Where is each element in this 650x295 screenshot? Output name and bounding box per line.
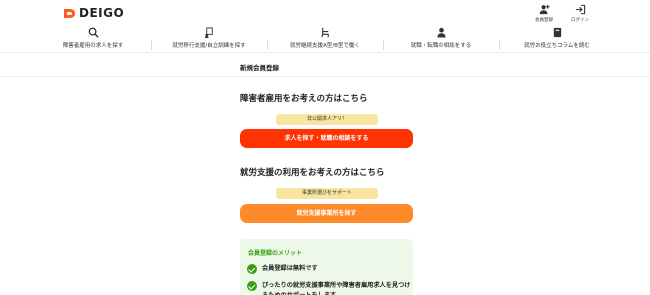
find-offices-button[interactable]: 就労支援事業所を探す <box>240 204 413 223</box>
book-icon <box>553 27 561 38</box>
nav-label-column: 就労お役立ちコラムを読む <box>524 43 590 49</box>
logo-mark-icon <box>64 8 75 18</box>
check-circle-icon <box>247 281 257 291</box>
nav-label-consultation: 就職・転職の相談をする <box>410 43 472 49</box>
nav-item-column[interactable]: 就労お役立ちコラムを読む <box>499 27 615 51</box>
merit-item: 会員登録は無料です <box>247 264 412 274</box>
register-label: 会員登録 <box>535 18 553 23</box>
site-logo[interactable]: DEIGO <box>63 6 124 20</box>
chair-icon <box>320 27 329 38</box>
merit-item: ぴったりの就労支援事業所や障害者雇用求人を見つけるためのサポートをします <box>247 281 412 295</box>
login-icon <box>575 4 585 15</box>
merit-item-text: ぴったりの就労支援事業所や障害者雇用求人を見つけるためのサポートをします <box>262 282 411 295</box>
nav-label-transition-support: 就労移行支援/自立訓練を探す <box>172 43 246 49</box>
find-jobs-button[interactable]: 求人を探す・就職の相談をする <box>240 129 413 148</box>
site-header: DEIGO 会員登録 ログイン 障害者雇用の求人を探す 就労移行支援/自立訓練を… <box>0 0 650 53</box>
page-title-bar: 新規会員登録 <box>0 57 650 77</box>
merit-item-text: 会員登録は無料です <box>262 265 318 272</box>
employment-section-title: 障害者雇用をお考えの方はこちら <box>240 94 368 104</box>
add-user-icon <box>539 4 550 15</box>
support-section-title: 就労支援の利用をお考えの方はこちら <box>240 168 385 178</box>
merit-title: 会員登録のメリット <box>248 250 303 257</box>
header-actions: 会員登録 ログイン <box>532 4 592 23</box>
check-circle-icon <box>247 264 257 274</box>
training-icon <box>204 27 213 38</box>
nav-label-job-search: 障害者雇用の求人を探す <box>62 43 124 49</box>
consult-icon <box>436 27 446 38</box>
employment-badge: 非公開求人アリ！ <box>276 114 378 125</box>
member-merit-box: 会員登録のメリット 会員登録は無料です ぴったりの就労支援事業所や障害者雇用求人… <box>240 239 413 295</box>
nav-item-continuous-support[interactable]: 就労継続支援A型/B型で働く <box>267 27 383 51</box>
nav-item-consultation[interactable]: 就職・転職の相談をする <box>383 27 499 51</box>
nav-item-transition-support[interactable]: 就労移行支援/自立訓練を探す <box>151 27 267 51</box>
page-title: 新規会員登録 <box>240 64 279 72</box>
login-button[interactable]: ログイン <box>568 4 592 23</box>
register-button[interactable]: 会員登録 <box>532 4 556 23</box>
search-icon <box>88 27 99 38</box>
logo-text: DEIGO <box>79 6 125 20</box>
nav-label-continuous-support: 就労継続支援A型/B型で働く <box>290 43 360 49</box>
main-nav: 障害者雇用の求人を探す 就労移行支援/自立訓練を探す 就労継続支援A型/B型で働… <box>35 27 615 51</box>
nav-item-job-search[interactable]: 障害者雇用の求人を探す <box>35 27 151 51</box>
login-label: ログイン <box>571 18 589 23</box>
support-badge: 事業所選びをサポート <box>276 188 378 199</box>
